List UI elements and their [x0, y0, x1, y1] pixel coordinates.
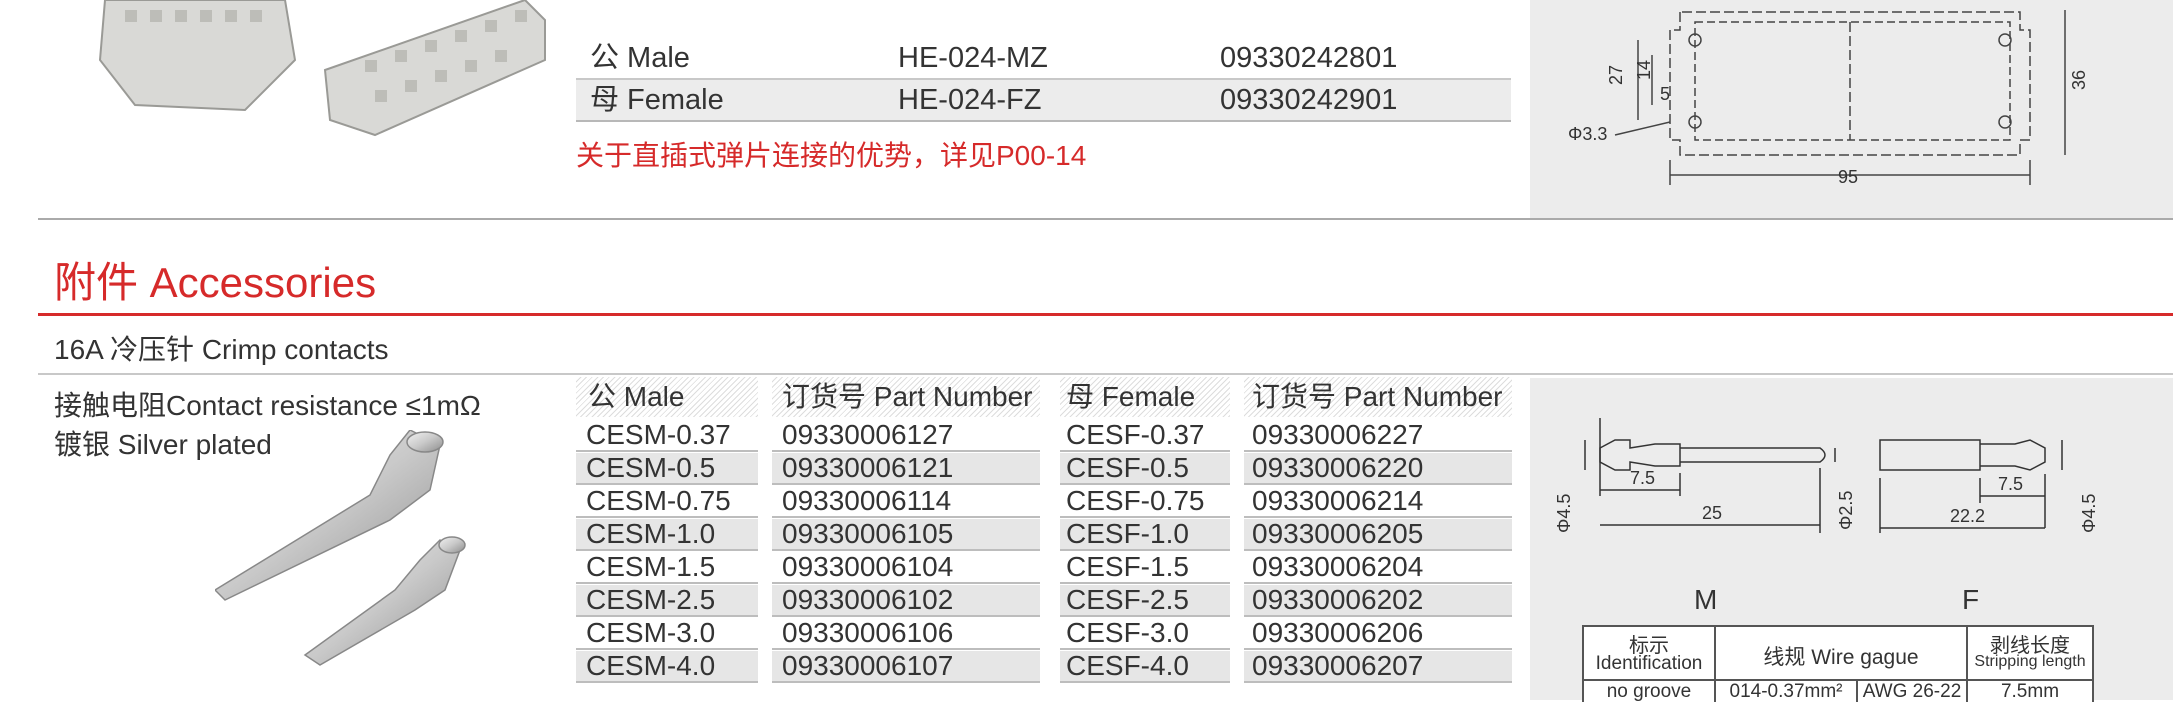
wire-gauge-table: 标示 Identification 线规 Wire gague 剥线长度 Str…	[1582, 625, 2094, 702]
table-cell-female-pn: 09330006205	[1244, 519, 1512, 549]
table-cell-male: CESM-2.5	[576, 585, 758, 615]
dim-male-75: 7.5	[1630, 468, 1655, 488]
table-cell-female-pn: 09330006206	[1252, 617, 1424, 648]
header-male: 公 Male	[576, 377, 758, 417]
table-cell-male-pn: 09330006102	[772, 585, 1040, 615]
table-cell-male-pn: 09330006105	[772, 519, 1040, 549]
table-cell-male-pn: 09330006121	[772, 453, 1040, 483]
model-cell: HE-024-MZ	[898, 42, 1048, 74]
table-cell-female: CESF-0.75	[1066, 485, 1205, 516]
label-male: M	[1694, 584, 1718, 615]
subsection-rule	[38, 373, 2173, 375]
table-cell-male: CESM-1.0	[576, 519, 758, 549]
part-number-cell: 09330242801	[1220, 42, 1398, 74]
header-part-number-male: 订货号 Part Number	[772, 377, 1040, 417]
header-female: 母 Female	[1060, 377, 1230, 417]
subsection-title: 16A 冷压针 Crimp contacts	[54, 334, 389, 365]
part-number-cell: 09330242901	[1220, 84, 1398, 116]
model-cell: HE-024-FZ	[898, 84, 1042, 116]
table-cell-female-pn: 09330006214	[1252, 485, 1424, 516]
dim-phi33: Φ3.3	[1568, 124, 1607, 144]
table-cell-male-pn: 09330006104	[782, 551, 954, 582]
dim-95: 95	[1838, 167, 1858, 187]
panel-cutout-drawing: 27 14 5 36 Φ3.3 95	[1530, 0, 2173, 218]
connector-insert-photo	[98, 0, 546, 137]
table-cell-female: CESF-4.0	[1060, 651, 1230, 681]
table-cell-female: CESF-0.5	[1060, 453, 1230, 483]
section-divider	[38, 218, 2173, 220]
header-label: 订货号 Part Number	[782, 381, 1033, 412]
dim-female-222: 22.2	[1950, 506, 1985, 526]
gender-cell: 公 Male	[590, 42, 690, 74]
dim-male-phi45: Φ4.5	[1554, 494, 1574, 533]
table-cell-male-pn: 09330006114	[782, 485, 952, 516]
header-identification-en: Identification	[1595, 653, 1703, 674]
spec-resistance: 接触电阻Contact resistance ≤1mΩ	[54, 390, 481, 421]
table-cell-male: CESM-0.5	[576, 453, 758, 483]
row-divider	[772, 681, 1040, 683]
table-row: 公 Male HE-024-MZ 09330242801	[576, 38, 1511, 80]
reference-note: 关于直插式弹片连接的优势，详见P00-14	[576, 140, 1087, 171]
section-title-rule	[38, 313, 2173, 316]
row-divider	[1060, 681, 1230, 683]
dim-male-phi25: Φ2.5	[1836, 491, 1856, 530]
dim-male-25: 25	[1702, 503, 1722, 523]
gender-cell: 母 Female	[590, 84, 724, 116]
dim-14: 14	[1634, 60, 1654, 80]
table-cell-male: CESM-0.37	[586, 419, 731, 450]
table-cell-female-pn: 09330006202	[1244, 585, 1512, 615]
table-cell-male-pn: 09330006127	[782, 419, 954, 450]
header-label: 公 Male	[588, 381, 685, 412]
header-stripping-en: Stripping length	[1974, 653, 2086, 670]
table-cell-male: CESM-3.0	[586, 617, 716, 648]
header-wire-gauge: 线规 Wire gague	[1763, 646, 1919, 669]
table-cell-female-pn: 09330006204	[1252, 551, 1424, 582]
section-title: 附件 Accessories	[54, 259, 377, 306]
row-divider	[576, 681, 758, 683]
table-cell-female: CESF-0.37	[1066, 419, 1205, 450]
table-cell-male: CESM-4.0	[576, 651, 758, 681]
header-label: 母 Female	[1066, 381, 1196, 412]
crimp-contacts-photo	[215, 430, 466, 666]
dim-36: 36	[2069, 70, 2089, 90]
table-cell-female: CESF-1.0	[1060, 519, 1230, 549]
table-cell-female-pn: 09330006220	[1244, 453, 1512, 483]
header-part-number-female: 订货号 Part Number	[1244, 377, 1512, 417]
table-row: 母 Female HE-024-FZ 09330242901	[576, 80, 1511, 122]
table-cell-female: CESF-3.0	[1066, 617, 1189, 648]
table-cell-female: CESF-1.5	[1066, 551, 1189, 582]
dim-27: 27	[1606, 65, 1626, 85]
dim-female-phi45: Φ4.5	[2079, 494, 2099, 533]
table-cell-male-pn: 09330006106	[782, 617, 954, 648]
table-cell-male-pn: 09330006107	[772, 651, 1040, 681]
row-divider	[1244, 681, 1512, 683]
header-label: 订货号 Part Number	[1252, 381, 1503, 412]
dim-5: 5	[1660, 84, 1670, 104]
dim-female-75: 7.5	[1998, 474, 2023, 494]
table-cell-male: CESM-0.75	[586, 485, 731, 516]
table-cell-female-pn: 09330006207	[1244, 651, 1512, 681]
label-female: F	[1962, 584, 1980, 615]
table-cell-male: CESM-1.5	[586, 551, 716, 582]
table-cell-female-pn: 09330006227	[1252, 419, 1424, 450]
table-cell-female: CESF-2.5	[1060, 585, 1230, 615]
